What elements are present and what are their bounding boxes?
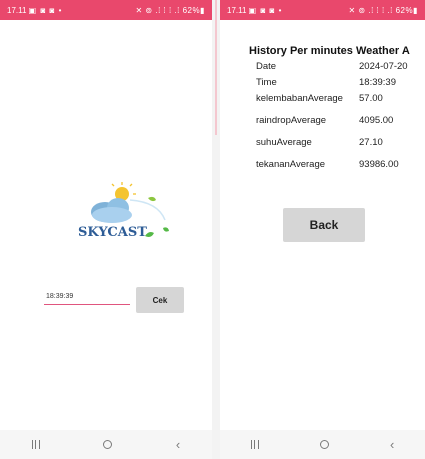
status-time: 17.11 (227, 5, 247, 15)
leaf-icon (163, 227, 169, 232)
navigation-bar: ‹ (0, 430, 212, 459)
notification-icons: ▣ ◙ ◙ • (28, 5, 63, 15)
data-row-suhu: suhuAverage 27.10 (256, 137, 383, 148)
page-title: History Per minutes Weather A (249, 45, 410, 57)
row-label: tekananAverage (256, 159, 326, 170)
row-label: kelembabanAverage (256, 93, 343, 104)
back-button[interactable]: Back (283, 208, 365, 242)
screen-input: 17.11 ▣ ◙ ◙ • ✕ ⊚ .⁞ ⁞ ⁞ .⁞ 62%▮ SKYCAST… (0, 0, 212, 459)
row-value: 57.00 (359, 93, 383, 104)
row-label: suhuAverage (256, 137, 312, 148)
cek-button[interactable]: Cek (136, 287, 184, 313)
row-value: 93986.00 (359, 159, 399, 170)
back-icon[interactable]: ‹ (390, 438, 394, 451)
data-row-kelembaban: kelembabanAverage 57.00 (256, 93, 383, 104)
status-bar: 17.11 ▣ ◙ ◙ • ✕ ⊚ .⁞ ⁞ ⁞ .⁞ 62%▮ (0, 0, 212, 20)
navigation-bar: ‹ (220, 430, 425, 459)
row-value: 27.10 (359, 137, 383, 148)
row-label: Time (256, 77, 277, 88)
status-bar: 17.11 ▣ ◙ ◙ • ✕ ⊚ .⁞ ⁞ ⁞ .⁞ 62%▮ (220, 0, 425, 20)
time-input[interactable] (44, 288, 130, 305)
data-row-date: Date 2024-07-20 (256, 61, 408, 72)
cloud-icon (91, 198, 132, 223)
row-value: 4095.00 (359, 115, 394, 126)
data-row-time: Time 18:39:39 (256, 77, 396, 88)
logo-text: SKYCAST (78, 225, 147, 240)
row-value: 18:39:39 (359, 77, 396, 88)
screen-divider (212, 0, 220, 459)
recent-apps-icon[interactable] (250, 440, 259, 449)
row-label: Date (256, 61, 277, 72)
system-icons: ✕ ⊚ .⁞ ⁞ ⁞ .⁞ 62%▮ (135, 5, 205, 15)
row-label: raindropAverage (256, 115, 327, 126)
notification-icons: ▣ ◙ ◙ • (248, 5, 283, 15)
home-icon[interactable] (319, 440, 329, 449)
row-value: 2024-07-20 (359, 61, 408, 72)
skycast-logo: SKYCAST (78, 182, 169, 240)
leaf-icon (148, 196, 156, 202)
home-icon[interactable] (103, 440, 113, 449)
back-icon[interactable]: ‹ (176, 438, 180, 451)
wind-icon (129, 199, 166, 221)
recent-apps-icon[interactable] (31, 440, 40, 449)
screen-history: 17.11 ▣ ◙ ◙ • ✕ ⊚ .⁞ ⁞ ⁞ .⁞ 62%▮ History… (220, 0, 425, 459)
data-row-raindrop: raindropAverage 4095.00 (256, 115, 393, 126)
data-row-tekanan: tekananAverage 93986.00 (256, 159, 399, 170)
sun-icon (111, 182, 136, 201)
system-icons: ✕ ⊚ .⁞ ⁞ ⁞ .⁞ 62%▮ (348, 5, 418, 15)
status-time: 17.11 (7, 5, 27, 15)
